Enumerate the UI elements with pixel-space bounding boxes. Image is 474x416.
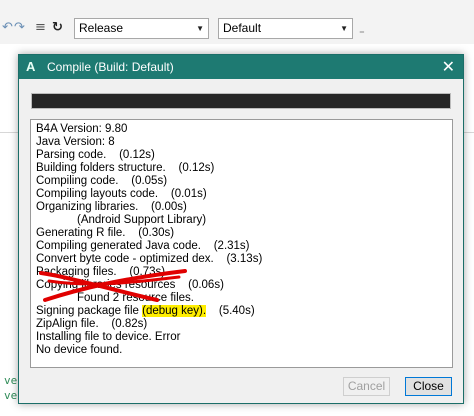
compile-log[interactable]: B4A Version: 9.80 Java Version: 8 Parsing …: [30, 119, 453, 368]
log-line: Convert byte code - optimized dex. (3.13…: [36, 253, 263, 265]
log-line: Java Version: 8: [36, 136, 115, 148]
log-line: Organizing libraries. (0.00s): [36, 201, 187, 213]
toolbar-overflow-icon[interactable]: ₌: [359, 24, 365, 37]
log-line: Building folders structure. (0.12s): [36, 162, 215, 174]
log-line: No device found.: [36, 344, 123, 356]
log-line: Compiling generated Java code. (2.31s): [36, 240, 250, 252]
conditional-symbols-value: Default: [223, 21, 262, 35]
close-icon[interactable]: ✕: [442, 57, 455, 76]
log-line: ZipAlign file. (0.82s): [36, 318, 148, 330]
log-line: Parsing code. (0.12s): [36, 149, 155, 161]
log-line-text: (5.40s): [206, 305, 255, 317]
log-line: Generating R file. (0.30s): [36, 227, 175, 239]
chevron-down-icon: ▼: [196, 24, 204, 33]
log-line: B4A Version: 9.80: [36, 123, 128, 135]
log-line: Packaging files. (0.73s): [36, 266, 166, 278]
cancel-button[interactable]: Cancel: [343, 377, 390, 396]
build-config-value: Release: [79, 21, 124, 35]
conditional-symbols-select[interactable]: Default ▼: [218, 18, 353, 39]
log-line-text: Signing package file: [36, 305, 143, 317]
log-line: Compiling code. (0.05s): [36, 175, 168, 187]
compile-progress-bar: [31, 93, 451, 109]
log-line: Copying libraries resources (0.06s): [36, 279, 224, 291]
undo-icon[interactable]: ↶: [2, 20, 13, 35]
dialog-titlebar[interactable]: A Compile (Build: Default) ✕: [19, 55, 463, 79]
progress-fill: [32, 94, 450, 108]
close-button[interactable]: Close: [405, 377, 452, 396]
compile-dialog: A Compile (Build: Default) ✕ B4A Version…: [18, 54, 464, 404]
log-line: Signing package file (debug key). (5.40s…: [36, 305, 452, 318]
dialog-title: Compile (Build: Default): [47, 60, 174, 74]
log-highlight: (debug key).: [142, 305, 207, 317]
log-line: (Android Support Library): [77, 214, 207, 226]
list-icon[interactable]: ≡: [35, 20, 46, 35]
log-line: Installing file to device. Error: [36, 331, 181, 343]
background-log-text: ve: [4, 374, 18, 387]
log-line: Found 2 resource files.: [77, 292, 194, 304]
log-line: Compiling layouts code. (0.01s): [36, 188, 207, 200]
build-config-select[interactable]: Release ▼: [74, 18, 209, 39]
redo-icon[interactable]: ↷: [14, 20, 25, 35]
b4a-logo-icon: A: [26, 59, 36, 74]
ide-toolbar: ↶ ↷ ≡ ↻ Release ▼ Default ▼ ₌: [0, 0, 474, 44]
background-log-text: ve: [4, 389, 18, 402]
refresh-icon[interactable]: ↻: [52, 20, 63, 35]
chevron-down-icon: ▼: [340, 24, 348, 33]
